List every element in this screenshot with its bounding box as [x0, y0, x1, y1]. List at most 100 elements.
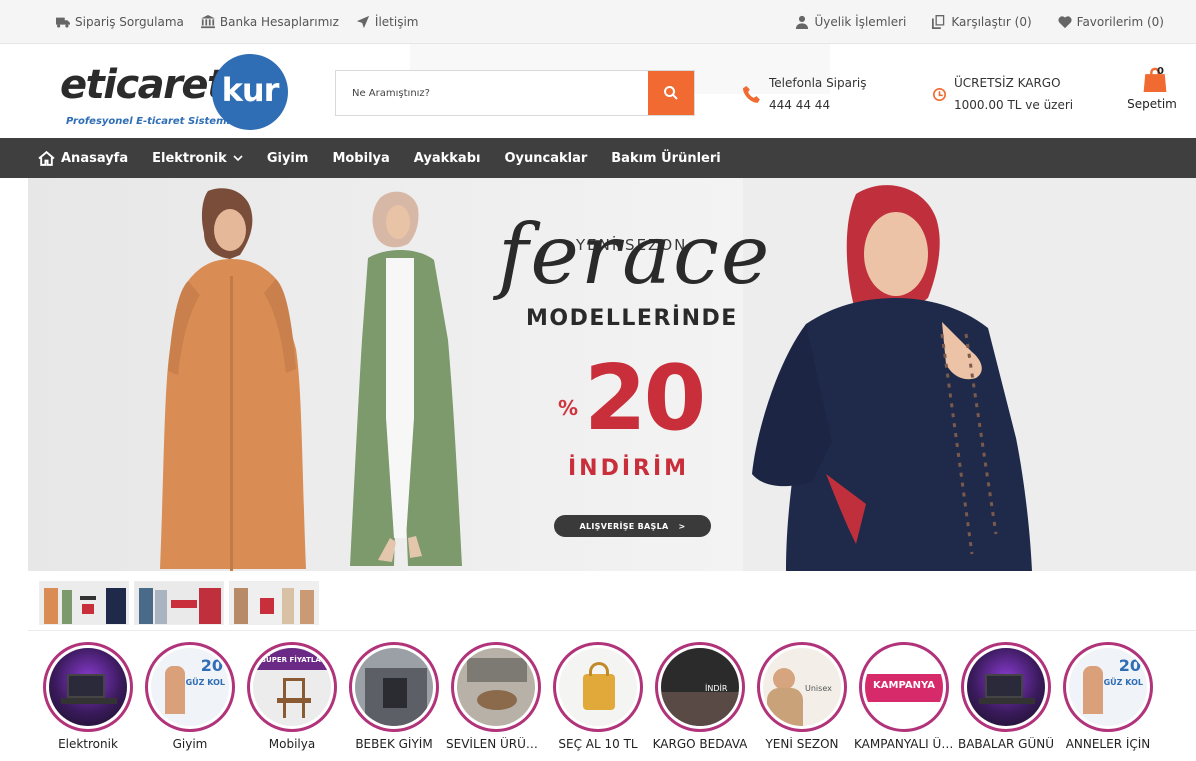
top-bar-right: Üyelik İşlemleri Karşılaştır (0) Favoril… — [795, 0, 1164, 44]
contact-link[interactable]: İletişim — [356, 15, 419, 29]
main-nav: Anasayfa Elektronik Giyim Mobilya Ayakka… — [0, 138, 1196, 178]
phone-order[interactable]: Telefonla Sipariş 444 44 44 — [743, 72, 867, 116]
copy-icon — [932, 15, 945, 29]
top-bar: Sipariş Sorgulama Banka Hesaplarımız İle… — [0, 0, 1196, 44]
category-favorites[interactable]: SEVİLEN ÜRÜNLER — [446, 642, 546, 751]
model-navy-abaya-image — [752, 185, 1032, 571]
category-pick-10tl[interactable]: SEÇ AL 10 TL — [548, 642, 648, 751]
membership-link[interactable]: Üyelik İşlemleri — [795, 15, 906, 29]
search-box — [335, 70, 695, 116]
phone-icon — [743, 86, 760, 103]
category-campaign-image: KAMPANYA — [865, 648, 943, 726]
favorites-label: Favorilerim (0) — [1076, 15, 1164, 29]
category-free-shipping[interactable]: İNDİR KARGO BEDAVA — [650, 642, 750, 751]
category-clothing-text: GÜZ KOL — [185, 678, 225, 687]
category-furniture-banner-text: SÜPER FİYATLAR — [261, 656, 327, 664]
category-campaign-label: KAMPANYALI ÜRÜNLER — [854, 737, 954, 751]
order-tracking-link[interactable]: Sipariş Sorgulama — [56, 15, 184, 29]
compare-link[interactable]: Karşılaştır (0) — [932, 15, 1032, 29]
logo-word: eticaret — [60, 62, 226, 108]
nav-item-shoes[interactable]: Ayakkabı — [414, 151, 481, 166]
category-electronics-ring — [43, 642, 133, 732]
thumbnail-3-image — [230, 582, 318, 624]
heart-icon — [1058, 16, 1072, 29]
membership-label: Üyelik İşlemleri — [814, 15, 907, 29]
search-button[interactable] — [648, 71, 694, 115]
category-new-season-ring: Unisex — [757, 642, 847, 732]
category-campaign[interactable]: KAMPANYA KAMPANYALI ÜRÜNLER — [854, 642, 954, 751]
category-clothing-ring: 20 GÜZ KOL — [145, 642, 235, 732]
chevron-right-icon: > — [678, 521, 686, 531]
order-tracking-label: Sipariş Sorgulama — [75, 15, 184, 29]
banner-script-title: ferace — [498, 208, 772, 303]
banner-thumbnail-3[interactable] — [229, 581, 319, 625]
nav-item-clothing[interactable]: Giyim — [267, 151, 309, 166]
banner-percent-sign: % — [558, 396, 579, 420]
hero-banner[interactable]: YENİ SEZON ferace MODELLERİNDE % 20 İNDİ… — [28, 178, 1196, 571]
banner-discount-amount: 20 — [584, 346, 706, 451]
category-fathers-day[interactable]: BABALAR GÜNÜ — [956, 642, 1056, 751]
shopping-bag-icon — [1143, 67, 1167, 92]
cart-button[interactable]: 0 Sepetim — [1126, 66, 1178, 118]
site-logo[interactable]: eticaret kur Profesyonel E-ticaret Siste… — [60, 54, 292, 132]
banner-thumbnails — [28, 571, 1196, 631]
logo-subtitle: Profesyonel E-ticaret Sistemi — [66, 116, 230, 127]
nav-item-furniture[interactable]: Mobilya — [332, 151, 389, 166]
category-pick-10tl-image — [559, 648, 637, 726]
category-furniture-label: Mobilya — [268, 737, 316, 751]
nav-item-toys[interactable]: Oyuncaklar — [504, 151, 587, 166]
banner-thumbnail-2[interactable] — [134, 581, 224, 625]
nav-item-home[interactable]: Anasayfa — [38, 150, 128, 167]
chevron-down-icon — [233, 155, 243, 162]
category-campaign-text: KAMPANYA — [873, 680, 935, 691]
nav-item-care-products[interactable]: Bakım Ürünleri — [611, 151, 720, 166]
cart-label: Sepetim — [1127, 97, 1177, 111]
nav-item-electronics[interactable]: Elektronik — [152, 151, 243, 166]
clock-icon — [933, 88, 946, 101]
category-baby-clothing-ring — [349, 642, 439, 732]
contact-label: İletişim — [374, 15, 419, 29]
category-for-mothers-text: GÜZ KOL — [1103, 678, 1143, 687]
category-favorites-ring — [451, 642, 541, 732]
nav-item-shoes-label: Ayakkabı — [413, 150, 481, 166]
truck-icon — [56, 17, 70, 28]
category-for-mothers[interactable]: 20 GÜZ KOL ANNELER İÇİN — [1058, 642, 1158, 751]
nav-item-home-label: Anasayfa — [61, 150, 129, 166]
category-for-mothers-label: ANNELER İÇİN — [1065, 737, 1151, 751]
banner-thumbnail-1[interactable] — [39, 581, 129, 625]
category-free-shipping-label: KARGO BEDAVA — [652, 737, 748, 751]
nav-item-clothing-label: Giyim — [266, 150, 309, 166]
model-green-abaya-image — [350, 191, 462, 566]
category-electronics[interactable]: Elektronik — [38, 642, 138, 751]
category-free-shipping-ring: İNDİR — [655, 642, 745, 732]
bank-accounts-link[interactable]: Banka Hesaplarımız — [200, 15, 339, 29]
category-for-mothers-badge: 20 — [1118, 656, 1141, 675]
nav-item-toys-label: Oyuncaklar — [504, 150, 588, 166]
category-new-season-label: YENİ SEZON — [765, 737, 839, 751]
category-fathers-day-ring — [961, 642, 1051, 732]
phone-order-number: 444 44 44 — [769, 98, 831, 112]
category-new-season-image: Unisex — [763, 648, 841, 726]
location-arrow-icon — [356, 15, 370, 29]
category-new-season[interactable]: Unisex YENİ SEZON — [752, 642, 852, 751]
free-shipping-info: ÜCRETSİZ KARGO 1000.00 TL ve üzeri — [933, 72, 1073, 116]
start-shopping-button[interactable]: ALIŞVERİŞE BAŞLA > — [554, 515, 711, 537]
category-for-mothers-image: 20 GÜZ KOL — [1069, 648, 1147, 726]
nav-item-care-products-label: Bakım Ürünleri — [611, 150, 721, 166]
category-furniture-ring: SÜPER FİYATLAR — [247, 642, 337, 732]
category-circles: Elektronik 20 GÜZ KOL Giyim SÜPER FİYATL… — [0, 632, 1196, 761]
compare-label: Karşılaştır (0) — [951, 15, 1032, 29]
bank-accounts-label: Banka Hesaplarımız — [219, 15, 339, 29]
favorites-link[interactable]: Favorilerim (0) — [1058, 15, 1164, 29]
thumbnail-1-image — [40, 582, 128, 624]
category-clothing-label: Giyim — [172, 737, 208, 751]
category-furniture[interactable]: SÜPER FİYATLAR Mobilya — [242, 642, 342, 751]
category-new-season-text: Unisex — [805, 684, 832, 693]
category-clothing[interactable]: 20 GÜZ KOL Giyim — [140, 642, 240, 751]
category-clothing-image: 20 GÜZ KOL — [151, 648, 229, 726]
category-baby-clothing[interactable]: BEBEK GİYİM — [344, 642, 444, 751]
banner-tagline-models: MODELLERİNDE — [526, 306, 738, 331]
search-input[interactable] — [336, 71, 648, 115]
category-pick-10tl-ring — [553, 642, 643, 732]
category-clothing-badge: 20 — [200, 656, 223, 675]
